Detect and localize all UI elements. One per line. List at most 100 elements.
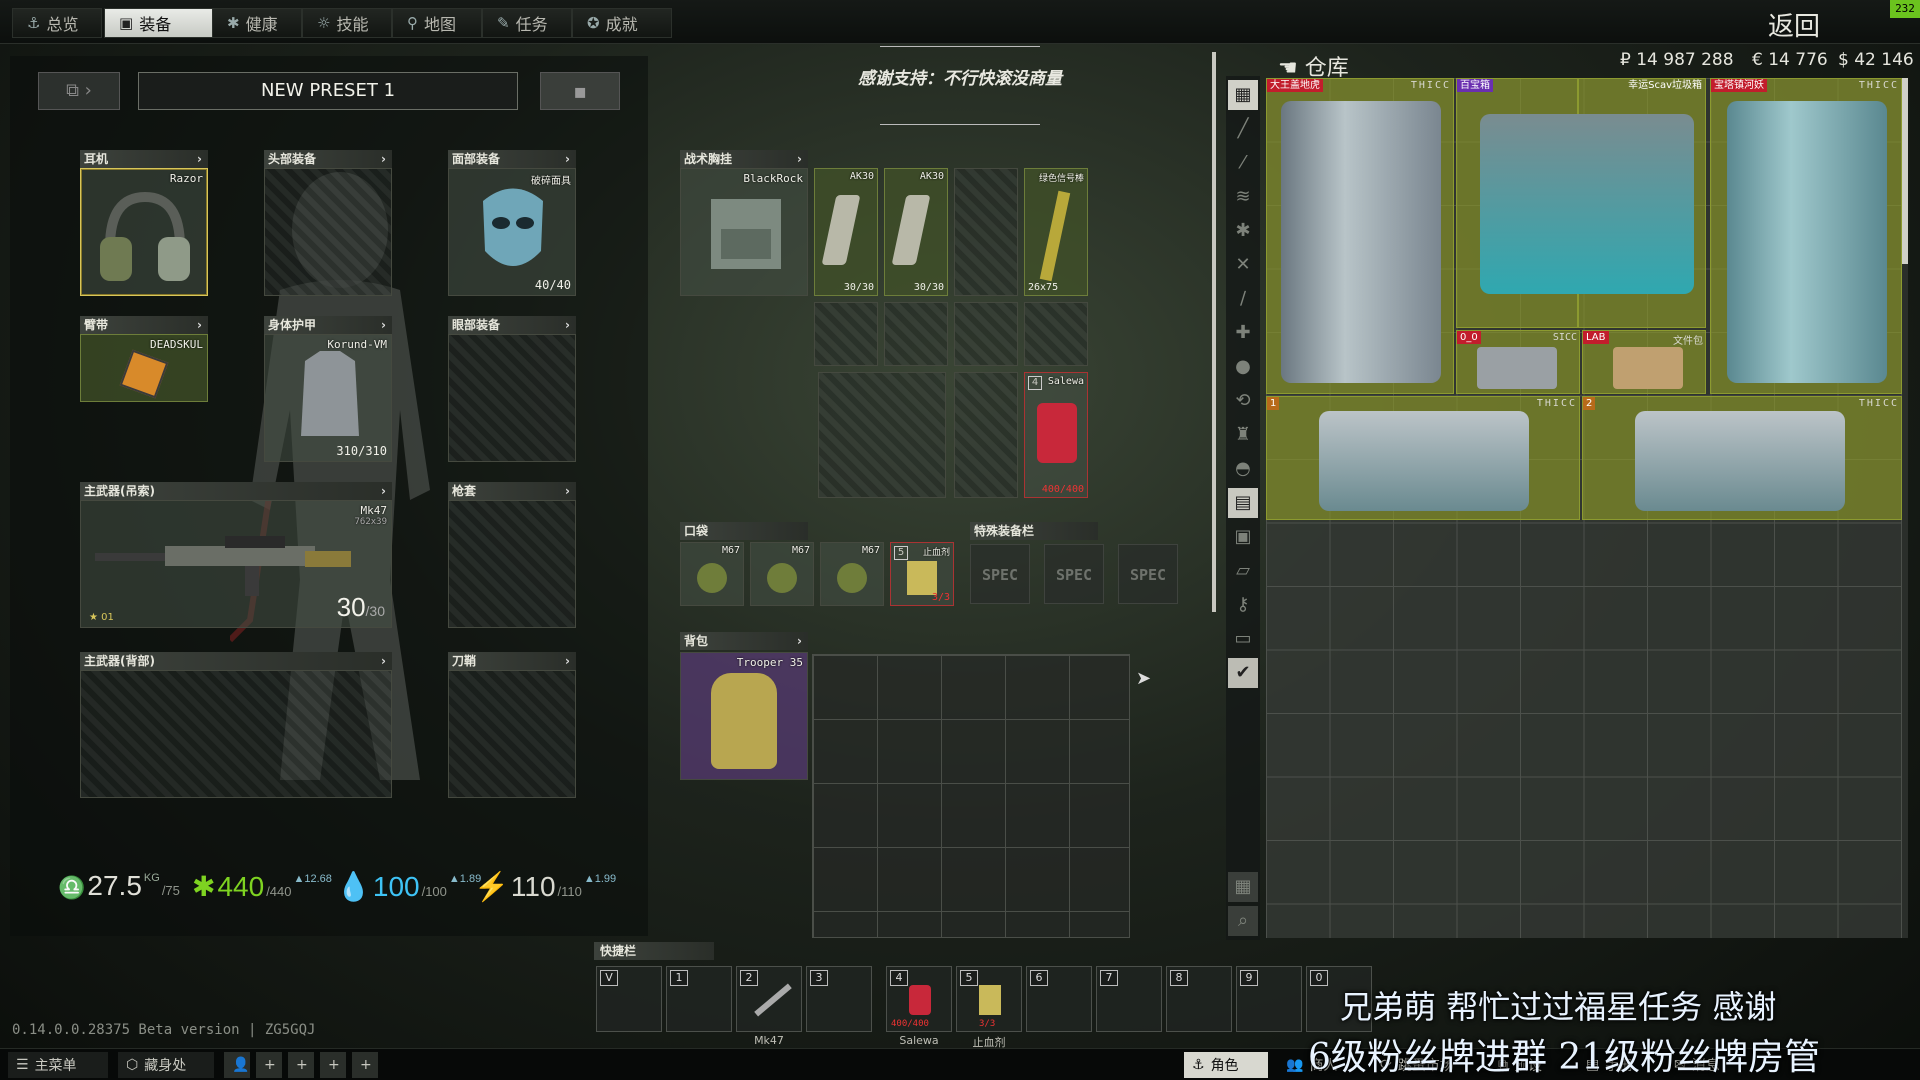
weapons-filter-icon[interactable]: ╱ bbox=[1228, 114, 1258, 144]
quick-slot-5[interactable]: 5 3/3 bbox=[956, 966, 1022, 1032]
tab-map[interactable]: ⚲ 地图 bbox=[392, 8, 482, 38]
primary-caliber: 762x39 bbox=[354, 517, 387, 527]
tab-overview[interactable]: ⚓ 总览 bbox=[12, 8, 102, 38]
pocket-slot-2[interactable]: M67 bbox=[750, 542, 814, 606]
add-friend-2-icon[interactable]: + bbox=[288, 1052, 314, 1078]
thicc-case-icon bbox=[1727, 101, 1887, 383]
docs-filter-icon[interactable]: ▭ bbox=[1228, 624, 1258, 654]
backpack-grid[interactable] bbox=[812, 654, 1130, 938]
preset-save-button[interactable]: ▪ bbox=[540, 72, 620, 110]
stash-case-5[interactable]: 1 THICC bbox=[1266, 396, 1580, 520]
health-icon: ✱ bbox=[227, 14, 240, 32]
anchor-icon: ⚓ bbox=[27, 14, 41, 32]
face-cover-slot[interactable]: 破碎面具 40/40 bbox=[448, 168, 576, 296]
stash-scrollbar[interactable] bbox=[1902, 78, 1908, 938]
hideout-button[interactable]: ⬡ 藏身处 bbox=[118, 1052, 214, 1078]
stash-case-1[interactable]: 大王盖地虎 THICC bbox=[1266, 78, 1454, 394]
scabbard-slot[interactable] bbox=[448, 670, 576, 798]
rig-salewa-slot[interactable]: 4 Salewa 400/400 bbox=[1024, 372, 1088, 498]
character-button[interactable]: ⚓ 角色 bbox=[1184, 1052, 1268, 1078]
barter-filter-icon[interactable]: ⟲ bbox=[1228, 386, 1258, 416]
primary-sling-slot[interactable]: Mk47 762x39 ★ 01 30/30 bbox=[80, 500, 392, 628]
special-slot-2[interactable]: SPEC bbox=[1044, 544, 1104, 604]
gear-filter-icon[interactable]: ♜ bbox=[1228, 420, 1258, 450]
special-slot-3[interactable]: SPEC bbox=[1118, 544, 1178, 604]
preset-load-button[interactable]: ⧉ › bbox=[38, 72, 120, 110]
tools-filter-icon[interactable]: ✕ bbox=[1228, 250, 1258, 280]
tab-achievements[interactable]: ✪ 成就 bbox=[572, 8, 672, 38]
grenade-icon bbox=[697, 563, 727, 593]
all-items-icon[interactable]: ▦ bbox=[1228, 80, 1258, 110]
pocket-slot-3[interactable]: M67 bbox=[820, 542, 884, 606]
info-filter-icon[interactable]: ▱ bbox=[1228, 556, 1258, 586]
earpiece-slot[interactable]: Razor bbox=[80, 168, 208, 296]
rig-slot-10[interactable] bbox=[954, 372, 1018, 498]
quick-slot-4[interactable]: 4 400/400 bbox=[886, 966, 952, 1032]
check-filter-icon[interactable]: ✔ bbox=[1228, 658, 1258, 688]
rig-slot-9[interactable] bbox=[818, 372, 946, 498]
main-menu-button[interactable]: ☰ 主菜单 bbox=[8, 1052, 108, 1078]
ammo-filter-icon[interactable]: ⁄ bbox=[1228, 148, 1258, 178]
rig-slot-6[interactable] bbox=[884, 302, 948, 366]
quick-slot-2[interactable]: 2 bbox=[736, 966, 802, 1032]
armor-vest-icon bbox=[301, 351, 359, 436]
tab-tasks[interactable]: ✎ 任务 bbox=[482, 8, 572, 38]
quick-slot-7[interactable]: 7 bbox=[1096, 966, 1162, 1032]
stash-case-6[interactable]: 2 THICC bbox=[1582, 396, 1902, 520]
headwear-filter-icon[interactable]: ◓ bbox=[1228, 454, 1258, 484]
player-icon[interactable]: 👤 bbox=[224, 1052, 250, 1078]
tab-health[interactable]: ✱ 健康 bbox=[212, 8, 302, 38]
key-filter-icon[interactable]: ⚷ bbox=[1228, 590, 1258, 620]
quick-slot-1[interactable]: 1 bbox=[666, 966, 732, 1032]
tab-skills[interactable]: ☼ 技能 bbox=[302, 8, 392, 38]
stash-case-4[interactable]: 宝塔镇河妖 THICC bbox=[1710, 78, 1902, 394]
rig-header: 战术胸挂 › bbox=[680, 150, 808, 168]
containers-filter-icon[interactable]: ▤ bbox=[1228, 488, 1258, 518]
keys-filter-icon[interactable]: ▣ bbox=[1228, 522, 1258, 552]
rig-slot-7[interactable] bbox=[954, 302, 1018, 366]
add-friend-4-icon[interactable]: + bbox=[352, 1052, 378, 1078]
tab-gear[interactable]: ▣ 装备 bbox=[104, 8, 214, 38]
rig-slot-8[interactable] bbox=[1024, 302, 1088, 366]
knife-filter-icon[interactable]: ∕ bbox=[1228, 284, 1258, 314]
holster-slot[interactable] bbox=[448, 500, 576, 628]
quick-slot-9[interactable]: 9 bbox=[1236, 966, 1302, 1032]
rig-mag-slot-2[interactable]: AK30 30/30 bbox=[884, 168, 948, 296]
rig-slot-3[interactable] bbox=[954, 168, 1018, 296]
add-friend-1-icon[interactable]: + bbox=[256, 1052, 282, 1078]
quick-slot-6[interactable]: 6 bbox=[1026, 966, 1092, 1032]
medical-filter-icon[interactable]: ✱ bbox=[1228, 216, 1258, 246]
rig-flare-slot[interactable]: 绿色信号棒 26x75 bbox=[1024, 168, 1088, 296]
rig-mag-slot-1[interactable]: AK30 30/30 bbox=[814, 168, 878, 296]
stash-sicc[interactable]: 0_0 SICC bbox=[1456, 330, 1580, 394]
banner-text: 感谢支持：不行快滚没商量 bbox=[858, 69, 1062, 89]
scrollbar-middle[interactable] bbox=[1212, 52, 1216, 612]
headwear-slot[interactable] bbox=[264, 168, 392, 296]
menu-icon: ☰ bbox=[16, 1057, 29, 1073]
back-button[interactable]: 返回 bbox=[1768, 6, 1820, 43]
hemostat-icon bbox=[979, 985, 1001, 1015]
add-friend-3-icon[interactable]: + bbox=[320, 1052, 346, 1078]
quick-slot-8[interactable]: 8 bbox=[1166, 966, 1232, 1032]
health-icon: ✱ bbox=[192, 871, 216, 902]
armband-slot[interactable]: DEADSKUL bbox=[80, 334, 208, 402]
rig-slot-5[interactable] bbox=[814, 302, 878, 366]
pocket-slot-1[interactable]: M67 bbox=[680, 542, 744, 606]
eyewear-slot[interactable] bbox=[448, 334, 576, 462]
backpack-slot[interactable]: Trooper 35 bbox=[680, 652, 808, 780]
special-slot-1[interactable]: SPEC bbox=[970, 544, 1030, 604]
thicc-case-icon bbox=[1319, 411, 1529, 511]
stash-lab-docs[interactable]: LAB 文件包 bbox=[1582, 330, 1706, 394]
pocket-slot-4[interactable]: 5 止血剂 3/3 bbox=[890, 542, 954, 606]
mods-filter-icon[interactable]: ≋ bbox=[1228, 182, 1258, 212]
preset-name-input[interactable]: NEW PRESET 1 bbox=[138, 72, 518, 110]
meds-filter-icon[interactable]: ✚ bbox=[1228, 318, 1258, 348]
search-stash-icon[interactable]: ⌕ bbox=[1228, 906, 1258, 936]
grenade-filter-icon[interactable]: ● bbox=[1228, 352, 1258, 382]
quick-slot-v[interactable]: V bbox=[596, 966, 662, 1032]
rig-slot[interactable]: BlackRock bbox=[680, 168, 808, 296]
body-armor-slot[interactable]: Korund-VM 310/310 bbox=[264, 334, 392, 462]
primary-back-slot[interactable] bbox=[80, 670, 392, 798]
sort-icon[interactable]: ▦ bbox=[1228, 872, 1258, 902]
quick-slot-3[interactable]: 3 bbox=[806, 966, 872, 1032]
